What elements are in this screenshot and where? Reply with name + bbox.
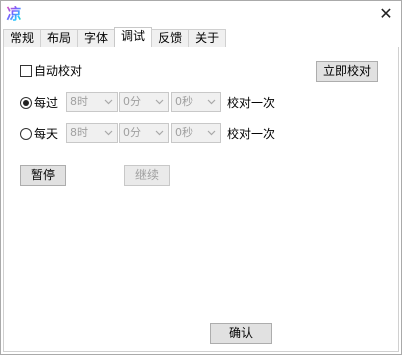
auto-calibrate-checkbox[interactable] xyxy=(20,65,32,77)
every-second-value: 0秒 xyxy=(175,95,193,108)
tab-font[interactable]: 字体 xyxy=(77,29,116,47)
chevron-down-icon xyxy=(104,99,113,105)
resume-button[interactable]: 继续 xyxy=(124,165,170,186)
chevron-down-icon xyxy=(207,99,216,105)
tab-debug[interactable]: 调试 xyxy=(114,27,153,47)
tab-layout[interactable]: 布局 xyxy=(40,29,79,47)
every-interval-label: 每过 xyxy=(34,96,59,110)
title-bar: 凉 ✕ xyxy=(1,1,401,29)
daily-label: 每天 xyxy=(34,127,59,141)
auto-calibrate-label: 自动校对 xyxy=(34,64,83,78)
tab-about[interactable]: 关于 xyxy=(188,29,227,47)
close-button[interactable]: ✕ xyxy=(377,5,395,23)
daily-suffix: 校对一次 xyxy=(227,127,276,141)
daily-second-select[interactable]: 0秒 xyxy=(171,123,221,143)
every-minute-select[interactable]: 0分 xyxy=(119,92,169,112)
every-interval-suffix: 校对一次 xyxy=(227,96,276,110)
every-second-select[interactable]: 0秒 xyxy=(171,92,221,112)
every-hour-select[interactable]: 8时 xyxy=(66,92,118,112)
confirm-button[interactable]: 确认 xyxy=(210,323,272,344)
tab-feedback[interactable]: 反馈 xyxy=(151,29,190,47)
chevron-down-icon xyxy=(155,130,164,136)
chevron-down-icon xyxy=(104,130,113,136)
debug-panel: 自动校对 立即校对 每过 8时 0分 0秒 校对一次 每天 8时 0分 0秒 校… xyxy=(3,47,399,352)
pause-button[interactable]: 暂停 xyxy=(20,165,66,186)
every-interval-radio[interactable] xyxy=(20,97,32,109)
every-hour-value: 8时 xyxy=(70,95,88,108)
tab-bar: 常规 布局 字体 调试 反馈 关于 xyxy=(3,27,227,48)
daily-minute-value: 0分 xyxy=(123,126,141,139)
daily-second-value: 0秒 xyxy=(175,126,193,139)
settings-window: 凉 ✕ 常规 布局 字体 调试 反馈 关于 自动校对 立即校对 每过 8时 0分… xyxy=(0,0,402,355)
daily-minute-select[interactable]: 0分 xyxy=(119,123,169,143)
chevron-down-icon xyxy=(207,130,216,136)
daily-hour-value: 8时 xyxy=(70,126,88,139)
every-minute-value: 0分 xyxy=(123,95,141,108)
app-logo-icon: 凉 xyxy=(6,5,22,23)
chevron-down-icon xyxy=(155,99,164,105)
tab-general[interactable]: 常规 xyxy=(3,29,42,47)
daily-radio[interactable] xyxy=(20,128,32,140)
calibrate-now-button[interactable]: 立即校对 xyxy=(316,61,378,82)
daily-hour-select[interactable]: 8时 xyxy=(66,123,118,143)
